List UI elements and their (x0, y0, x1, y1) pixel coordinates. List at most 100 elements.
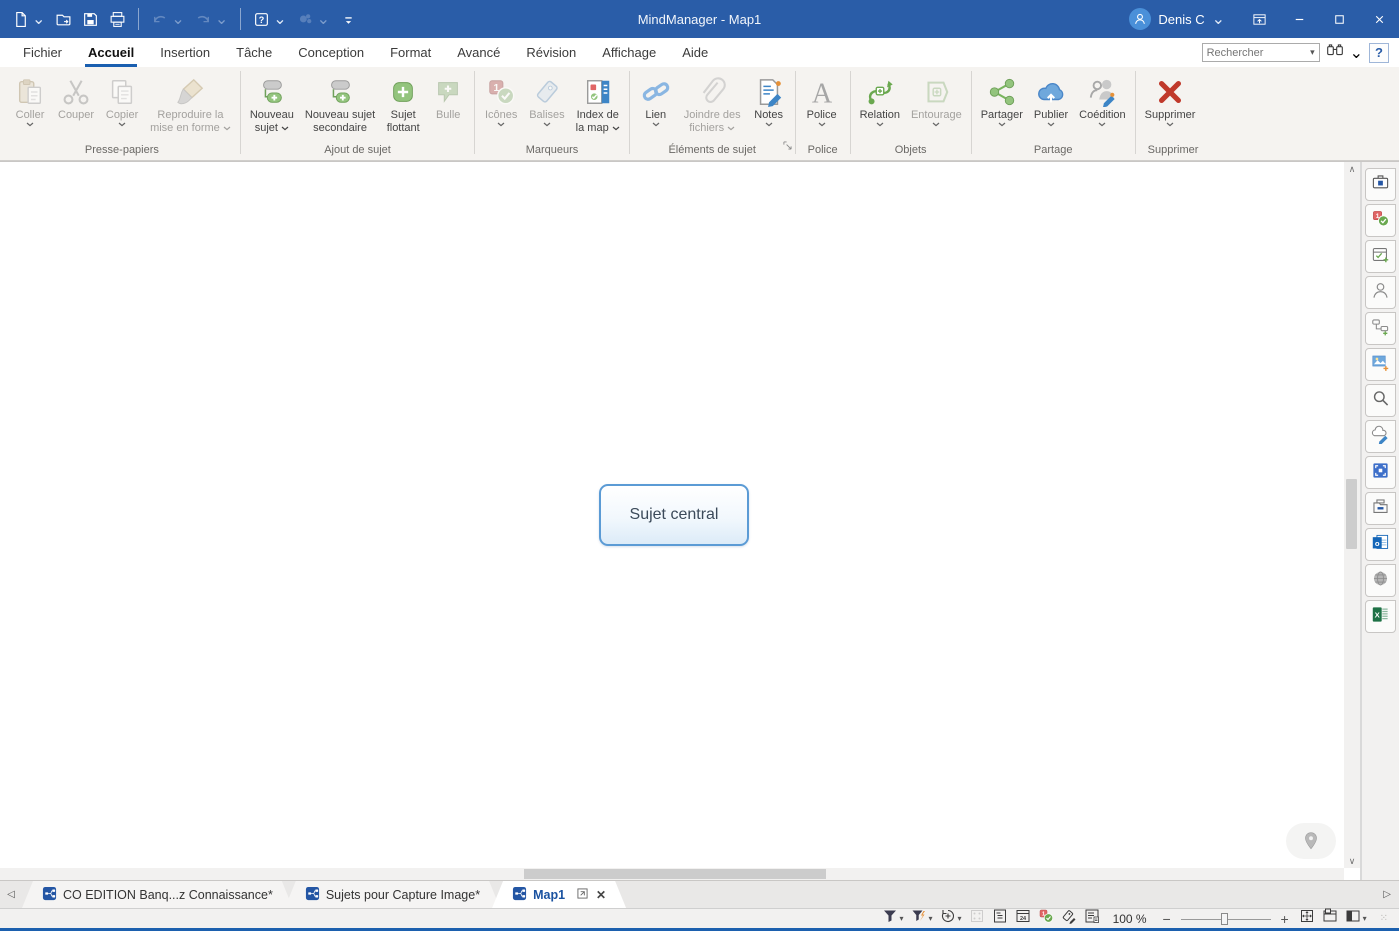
tab-affichage[interactable]: Affichage (589, 38, 669, 67)
close-button[interactable] (1359, 0, 1399, 38)
resize-grip[interactable]: ⁙ (1374, 913, 1389, 924)
status-outline-view-button[interactable] (992, 908, 1008, 929)
panel-tab-web[interactable] (1365, 564, 1396, 597)
ribbon-display-options-button[interactable] (1239, 0, 1279, 38)
ribbon-button-index-de-la-map[interactable]: Index dela map (571, 71, 625, 135)
save-button[interactable] (78, 8, 103, 31)
group-label: Objets (855, 142, 967, 160)
panel-tab-outlook[interactable]: o (1365, 528, 1396, 561)
tab-r-vision[interactable]: Révision (513, 38, 589, 67)
tab-t-che[interactable]: Tâche (223, 38, 285, 67)
status-index-view-button[interactable] (1084, 908, 1100, 929)
search-input[interactable] (1203, 47, 1310, 59)
status-filter-button[interactable]: ▾ (882, 908, 904, 929)
status-panel-layout-button[interactable]: ▾ (1345, 908, 1367, 929)
zoom-slider-thumb[interactable] (1221, 913, 1228, 925)
map-canvas[interactable]: Sujet central ∧ ∨ (0, 162, 1361, 880)
panel-tab-map-parts[interactable] (1365, 168, 1396, 201)
binoculars-icon[interactable] (1326, 42, 1344, 63)
zoom-in-button[interactable]: + (1278, 911, 1292, 927)
search-dropdown-icon[interactable]: ▾ (1310, 47, 1319, 58)
central-topic[interactable]: Sujet central (599, 484, 749, 546)
open-button[interactable] (51, 8, 76, 31)
ribbon-button-relation[interactable]: Relation (855, 71, 905, 130)
tab-aide[interactable]: Aide (669, 38, 721, 67)
panel-tab-search-panel[interactable] (1365, 384, 1396, 417)
panel-tab-file-management[interactable] (1365, 492, 1396, 525)
tab-insertion[interactable]: Insertion (147, 38, 223, 67)
doc-tabs-scroll-left[interactable]: ◁ (0, 881, 22, 908)
dropdown-chevron-icon[interactable]: ▾ (958, 914, 962, 923)
tab-avanc[interactable]: Avancé (444, 38, 513, 67)
dropdown-chevron-icon[interactable]: ⌄ (273, 9, 286, 29)
panel-tab-resources[interactable] (1365, 276, 1396, 309)
horizontal-scroll-thumb[interactable] (524, 869, 826, 879)
status-gantt-view-button[interactable]: 24 (1015, 908, 1031, 929)
dropdown-chevron-icon[interactable]: ▾ (900, 914, 904, 923)
calendar-24-icon: 24 (1015, 908, 1031, 929)
tab-fichier[interactable]: Fichier (10, 38, 75, 67)
doc-tab-sujets-pour-capture-image[interactable]: Sujets pour Capture Image* (285, 881, 500, 908)
user-avatar[interactable] (1129, 8, 1151, 30)
dropdown-chevron-icon[interactable]: ⌄ (317, 9, 330, 29)
panel-tab-task-info[interactable] (1365, 240, 1396, 273)
user-name[interactable]: Denis C (1158, 12, 1204, 27)
binoculars-chevron-icon[interactable]: ⌄ (1350, 43, 1363, 63)
ribbon-button-supprimer[interactable]: Supprimer (1140, 71, 1201, 130)
status-icons-view-button[interactable]: 1 (1038, 908, 1054, 929)
print-button[interactable] (105, 8, 130, 31)
search-box[interactable]: ▾ (1202, 43, 1320, 62)
dropdown-chevron-icon[interactable]: ▾ (1363, 914, 1367, 923)
status-power-filter-button[interactable]: ▾ (911, 908, 933, 929)
panel-tab-capture[interactable] (1365, 456, 1396, 489)
scroll-up-icon[interactable]: ∧ (1349, 162, 1356, 176)
location-pin-button[interactable] (1286, 823, 1336, 859)
doc-tabs-scroll-right[interactable]: ▷ (1383, 889, 1391, 900)
dropdown-chevron-icon[interactable]: ⌄ (32, 9, 45, 29)
ribbon-button-partager[interactable]: Partager (976, 71, 1028, 130)
tab-conception[interactable]: Conception (285, 38, 377, 67)
customize-quick-access-button[interactable] (336, 8, 361, 31)
doc-tab-map1[interactable]: Map1✕ (492, 881, 626, 908)
dialog-launcher-icon[interactable] (783, 137, 792, 155)
ribbon-group-presse-papiers: CollerCouperCopierReproduire lamise en f… (4, 67, 240, 160)
panel-tab-image-library[interactable] (1365, 348, 1396, 381)
help-button[interactable]: ?⌄ (249, 6, 290, 32)
dropdown-chevron-icon[interactable]: ⌄ (215, 9, 228, 29)
zoom-out-button[interactable]: − (1160, 911, 1174, 927)
vertical-scrollbar[interactable]: ∧ ∨ (1344, 162, 1360, 868)
minimize-button[interactable] (1279, 0, 1319, 38)
status-presentation-view-button[interactable] (1322, 908, 1338, 929)
tab-accueil[interactable]: Accueil (75, 38, 147, 67)
close-doc-icon[interactable]: ✕ (596, 888, 606, 902)
user-menu-chevron-icon[interactable]: ⌄ (1212, 9, 1225, 29)
panel-tab-sketch[interactable] (1365, 420, 1396, 453)
horizontal-scrollbar[interactable] (0, 868, 1344, 880)
maximize-button[interactable] (1319, 0, 1359, 38)
help-button[interactable]: ? (1369, 43, 1389, 63)
tab-format[interactable]: Format (377, 38, 444, 67)
ribbon-button-police[interactable]: APolice (800, 71, 844, 130)
ribbon-button-co-dition[interactable]: Coédition (1074, 71, 1130, 130)
ribbon-button-nouveau-sujet[interactable]: Nouveausujet (245, 71, 299, 135)
status-tags-view-button[interactable] (1061, 908, 1077, 929)
dropdown-chevron-icon[interactable]: ▾ (929, 914, 933, 923)
ribbon-button-notes[interactable]: Notes (747, 71, 791, 130)
dropdown-chevron-icon[interactable]: ⌄ (171, 9, 184, 29)
ribbon-button-lien[interactable]: Lien (634, 71, 678, 130)
status-walkthrough-button[interactable]: ▾ (940, 908, 962, 929)
ribbon-button-publier[interactable]: Publier (1029, 71, 1073, 130)
new-document-button[interactable]: ⌄ (8, 6, 49, 32)
scroll-down-icon[interactable]: ∨ (1349, 854, 1356, 868)
ribbon-button-nouveau-sujet-secondaire[interactable]: Nouveau sujetsecondaire (300, 71, 380, 135)
status-fit-map-button[interactable] (1299, 908, 1315, 929)
panel-tab-marker-index[interactable]: 1 (1365, 204, 1396, 237)
doc-tab-co-edition-banq-z-connaissance[interactable]: CO EDITION Banq...z Connaissance* (22, 881, 293, 908)
panel-tab-excel[interactable]: X (1365, 600, 1396, 633)
float-window-icon[interactable] (577, 888, 588, 902)
maximize-icon (1332, 12, 1347, 27)
ribbon-button-sujet-flottant[interactable]: Sujetflottant (381, 71, 425, 135)
zoom-slider[interactable] (1181, 912, 1271, 926)
panel-tab-relationships[interactable] (1365, 312, 1396, 345)
vertical-scroll-thumb[interactable] (1346, 479, 1357, 549)
